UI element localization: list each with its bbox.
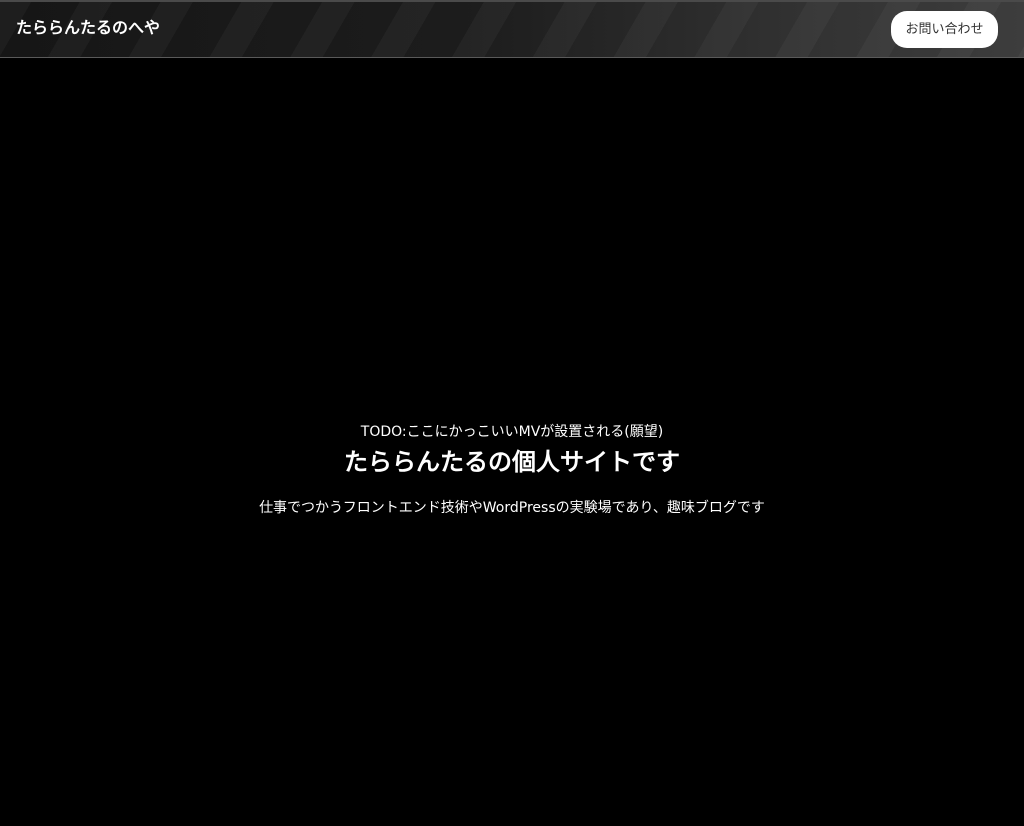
site-title[interactable]: たららんたるのへや bbox=[16, 17, 160, 39]
hero-todo-text: TODO:ここにかっこいいMVが設置される(願望) bbox=[360, 424, 664, 440]
site-header: たららんたるのへや お問い合わせ bbox=[0, 0, 1024, 58]
hero-title: たららんたるの個人サイトです bbox=[344, 448, 680, 476]
hero-content: TODO:ここにかっこいいMVが設置される(願望) たららんたるの個人サイトです… bbox=[0, 422, 1024, 518]
hero-section: TODO:ここにかっこいいMVが設置される(願望) たららんたるの個人サイトです… bbox=[0, 58, 1024, 826]
hero-description: 仕事でつかうフロントエンド技術やWordPressの実験場であり、趣味ブログです bbox=[259, 500, 765, 516]
contact-button[interactable]: お問い合わせ bbox=[891, 11, 998, 48]
